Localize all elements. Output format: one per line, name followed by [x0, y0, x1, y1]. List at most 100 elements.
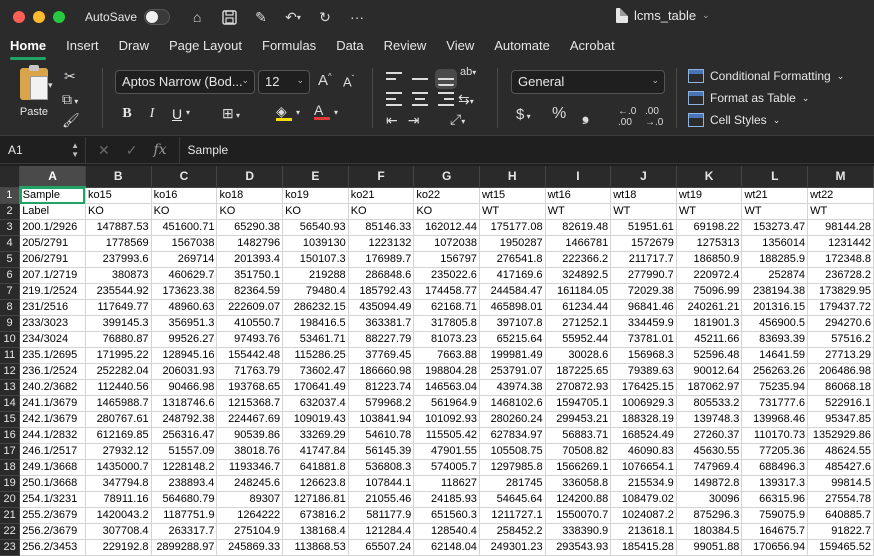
cell[interactable]: 1006929.3	[610, 395, 677, 412]
align-right-icon[interactable]	[438, 92, 454, 106]
cell[interactable]: 201316.15	[741, 299, 809, 316]
cell[interactable]: 351750.1	[216, 267, 284, 284]
cell[interactable]: 270872.93	[545, 379, 612, 396]
cell[interactable]: 522916.1	[807, 395, 874, 412]
edit-icon[interactable]: ✎	[252, 8, 270, 26]
column-header[interactable]: J	[610, 166, 677, 188]
cell[interactable]: 124200.88	[545, 491, 612, 508]
cell[interactable]: 242.1/3679	[19, 411, 86, 428]
minimize-window-button[interactable]	[33, 11, 45, 23]
cell[interactable]: 207.1/2719	[19, 267, 86, 284]
cell[interactable]: Label	[19, 203, 86, 220]
cell[interactable]: 139317.3	[741, 475, 809, 492]
cell[interactable]: 70508.82	[545, 443, 612, 460]
cell[interactable]: 159465.52	[807, 539, 874, 556]
increase-indent-icon[interactable]: ⇥	[408, 112, 420, 129]
cell[interactable]: 98144.28	[807, 219, 874, 236]
cell[interactable]: 231/2516	[19, 299, 86, 316]
cell[interactable]: 1950287	[479, 235, 546, 252]
row-header[interactable]: 7	[0, 283, 21, 300]
cell[interactable]: 1352929.86	[807, 427, 874, 444]
cell[interactable]: 24185.93	[413, 491, 480, 508]
cell[interactable]: KO	[85, 203, 152, 220]
cell[interactable]: ko18	[216, 187, 284, 204]
row-header[interactable]: 17	[0, 443, 21, 460]
autosave-control[interactable]: AutoSave	[85, 9, 171, 25]
cell[interactable]: 1211727.1	[479, 507, 546, 524]
cell[interactable]: 170656.94	[741, 539, 809, 556]
row-header[interactable]: 3	[0, 219, 21, 236]
copy-icon[interactable]: ⧉ ▾	[62, 91, 78, 108]
cell[interactable]: 1465988.7	[85, 395, 152, 412]
cell[interactable]: 65290.38	[216, 219, 284, 236]
cell[interactable]: 75235.94	[741, 379, 809, 396]
column-header[interactable]: C	[151, 166, 218, 188]
cell[interactable]: 56540.93	[282, 219, 349, 236]
row-header[interactable]: 2	[0, 203, 21, 220]
active-cell[interactable]: Sample	[19, 187, 86, 204]
redo-icon[interactable]: ↻	[316, 8, 334, 26]
cell[interactable]: 235544.92	[85, 283, 152, 300]
cell[interactable]: 48960.63	[151, 299, 218, 316]
cell[interactable]: 54610.78	[348, 427, 415, 444]
cell[interactable]: 179437.72	[807, 299, 874, 316]
cell[interactable]: 33269.29	[282, 427, 349, 444]
row-header[interactable]: 18	[0, 459, 21, 476]
cell[interactable]: 113868.53	[282, 539, 349, 556]
cell[interactable]: 126623.8	[282, 475, 349, 492]
cell[interactable]: 206486.98	[807, 363, 874, 380]
select-all-corner[interactable]	[0, 166, 21, 188]
cell[interactable]: 51557.09	[151, 443, 218, 460]
cell[interactable]: 1228148.2	[151, 459, 218, 476]
cell[interactable]: 71763.79	[216, 363, 284, 380]
comma-style-icon[interactable]: ❟	[582, 104, 589, 125]
cell[interactable]: WT	[676, 203, 743, 220]
cell[interactable]: 219.1/2524	[19, 283, 86, 300]
cell[interactable]: 485427.6	[807, 459, 874, 476]
cell[interactable]: 465898.01	[479, 299, 546, 316]
more-icon[interactable]: ···	[348, 8, 366, 26]
cell[interactable]: wt16	[545, 187, 612, 204]
cell[interactable]: 62148.04	[413, 539, 480, 556]
cell[interactable]: 244.1/2832	[19, 427, 86, 444]
cell[interactable]: 78911.16	[85, 491, 152, 508]
cell[interactable]: WT	[545, 203, 612, 220]
cell[interactable]: 175177.08	[479, 219, 546, 236]
cell[interactable]: 234/3024	[19, 331, 86, 348]
cell[interactable]: 236.1/2524	[19, 363, 86, 380]
format-painter-icon[interactable]: 🖌	[62, 112, 80, 129]
cell[interactable]: 1778569	[85, 235, 152, 252]
close-window-button[interactable]	[13, 11, 25, 23]
cell[interactable]: 99814.5	[807, 475, 874, 492]
cell[interactable]: 89307	[216, 491, 284, 508]
row-header[interactable]: 11	[0, 347, 21, 364]
font-color-chevron-icon[interactable]: ▾	[334, 108, 338, 117]
row-header[interactable]: 13	[0, 379, 21, 396]
cell[interactable]: 747969.4	[676, 459, 743, 476]
cell[interactable]: WT	[807, 203, 874, 220]
cut-icon[interactable]: ✂	[64, 68, 76, 85]
cell[interactable]: 299453.21	[545, 411, 612, 428]
cell[interactable]: 82619.48	[545, 219, 612, 236]
row-header[interactable]: 14	[0, 395, 21, 412]
cell[interactable]: 99051.88	[676, 539, 743, 556]
cell[interactable]: ko22	[413, 187, 480, 204]
cell[interactable]: 110170.73	[741, 427, 809, 444]
cell[interactable]: 168524.49	[610, 427, 677, 444]
cell[interactable]: 324892.5	[545, 267, 612, 284]
cell[interactable]: 57516.2	[807, 331, 874, 348]
increase-font-size-icon[interactable]: A^	[318, 72, 332, 89]
cell[interactable]: 536808.3	[348, 459, 415, 476]
autosave-toggle[interactable]	[144, 9, 171, 25]
cell[interactable]: 1550070.7	[545, 507, 612, 524]
cell[interactable]: 215534.9	[610, 475, 677, 492]
percent-style-icon[interactable]: %	[552, 105, 566, 123]
cell[interactable]: 1356014	[741, 235, 809, 252]
cell[interactable]: 86068.18	[807, 379, 874, 396]
row-header[interactable]: 10	[0, 331, 21, 348]
fill-color-chevron-icon[interactable]: ▾	[296, 108, 300, 117]
cell[interactable]: KO	[282, 203, 349, 220]
cell[interactable]: 579968.2	[348, 395, 415, 412]
increase-decimal-icon[interactable]: ←.0.00	[618, 106, 636, 128]
cell[interactable]: ko19	[282, 187, 349, 204]
